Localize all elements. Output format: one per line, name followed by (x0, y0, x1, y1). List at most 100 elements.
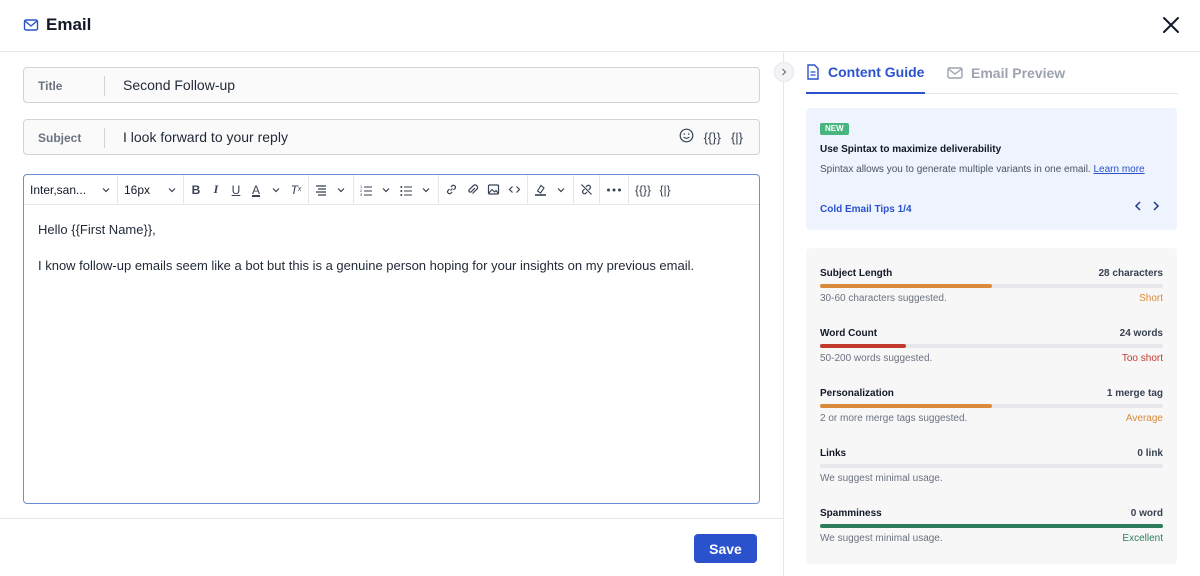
tab-content-guide[interactable]: Content Guide (806, 52, 925, 94)
metric-status: Too short (1121, 353, 1163, 364)
image-icon[interactable] (487, 183, 500, 196)
collapse-panel-button[interactable] (774, 62, 794, 82)
panel-divider (783, 52, 784, 576)
save-button[interactable]: Save (694, 534, 757, 563)
subject-tools: {{}} {|} (679, 128, 743, 146)
new-badge: NEW (820, 123, 849, 135)
metric-value: 0 link (1137, 448, 1163, 459)
chevron-left-icon[interactable] (1133, 200, 1143, 212)
metric-name: Personalization (820, 388, 894, 399)
chevron-down-icon[interactable] (380, 185, 392, 195)
metric-status: Excellent (1122, 533, 1163, 544)
chevron-right-icon[interactable] (1151, 200, 1161, 212)
document-icon (807, 64, 819, 80)
dialog-header: Email (0, 0, 1200, 52)
chevron-down-icon[interactable] (555, 185, 567, 195)
subject-spintax-button[interactable]: {|} (731, 130, 743, 145)
chevron-down-icon[interactable] (270, 185, 282, 195)
text-format-group: B I U A Tx (184, 174, 309, 205)
unlink-icon[interactable] (580, 183, 593, 196)
metric-item: Word Count 24 words 50-200 words suggested… (820, 328, 1163, 380)
metric-item: Personalization 1 merge tag 2 or more merg… (820, 388, 1163, 440)
tab-email-preview[interactable]: Email Preview (947, 52, 1065, 94)
title-input[interactable] (123, 68, 663, 102)
tip-description: Spintax allows you to generate multiple … (820, 164, 1145, 175)
font-size-value: 16px (124, 182, 151, 197)
metric-progress-bar (820, 404, 1163, 408)
numbered-list-icon[interactable]: 123 (360, 184, 372, 196)
metric-name: Word Count (820, 328, 878, 339)
tab-label: Email Preview (971, 65, 1066, 81)
email-editor-panel: Title Subject {{}} {|} Inter,san... (0, 52, 783, 576)
metric-progress-fill (820, 284, 992, 288)
spintax-button[interactable]: {|} (659, 183, 671, 197)
code-icon[interactable] (508, 183, 521, 196)
subject-label: Subject (38, 131, 82, 145)
metric-hint: 2 or more merge tags suggested. (820, 413, 968, 424)
metrics-card: Subject Length 28 characters 30-60 charact… (806, 248, 1177, 564)
chevron-down-icon[interactable] (335, 185, 347, 195)
merge-tag-button[interactable]: {{}} (635, 183, 651, 197)
tip-heading: Use Spintax to maximize deliverability (820, 144, 1002, 155)
metric-name: Links (820, 448, 847, 459)
underline-icon[interactable]: U (230, 183, 242, 197)
dialog-title: Email (46, 15, 92, 34)
metric-value: 0 word (1130, 508, 1163, 519)
list-group: 123 (354, 174, 439, 205)
chevron-down-icon[interactable] (420, 185, 432, 195)
clear-format-icon[interactable]: Tx (290, 183, 302, 197)
highlight-icon[interactable] (534, 183, 547, 196)
bold-icon[interactable]: B (190, 183, 202, 197)
bullet-list-icon[interactable] (400, 184, 412, 196)
emoji-icon[interactable] (679, 128, 694, 146)
chevron-down-icon (102, 187, 110, 192)
font-family-value: Inter,san... (30, 182, 87, 197)
email-greeting: Hello {{First Name}}, (38, 222, 156, 237)
close-icon[interactable] (1160, 14, 1182, 36)
metric-hint: 50-200 words suggested. (820, 353, 933, 364)
text-color-icon[interactable]: A (250, 183, 262, 197)
panel-tabs: Content Guide Email Preview (806, 52, 1178, 94)
metric-item: Subject Length 28 characters 30-60 charact… (820, 268, 1163, 320)
metric-value: 24 words (1119, 328, 1163, 339)
subject-merge-tag-button[interactable]: {{}} (704, 130, 721, 145)
rich-text-editor: Inter,san... 16px B I U A Tx 1 2 3 {{}} … (23, 174, 760, 504)
mail-icon (23, 19, 39, 31)
email-dialog: Email Title Subject {{}} {|} (0, 0, 1200, 576)
link-icon[interactable] (445, 183, 458, 196)
chevron-down-icon (168, 187, 176, 192)
editor-toolbar: Inter,san... 16px B I U A Tx 1 2 3 {{}} … (24, 174, 759, 205)
metric-value: 1 merge tag (1106, 388, 1163, 399)
svg-text:3: 3 (360, 192, 363, 196)
metric-name: Subject Length (820, 268, 893, 279)
unlink-group (574, 174, 600, 205)
metric-progress-fill (820, 404, 992, 408)
metric-name: Spamminess (820, 508, 882, 519)
italic-icon[interactable]: I (210, 182, 222, 197)
metric-progress-fill (820, 524, 1163, 528)
more-group (600, 174, 629, 205)
font-family-select[interactable]: Inter,san... (24, 174, 118, 205)
mail-icon (947, 67, 963, 79)
tab-label: Content Guide (828, 64, 925, 80)
editor-content[interactable]: Hello {{First Name}}, I know follow-up e… (38, 221, 738, 293)
more-icon[interactable] (606, 184, 622, 196)
learn-more-link[interactable]: Learn more (1093, 164, 1144, 175)
font-size-select[interactable]: 16px (118, 174, 184, 205)
metric-progress-bar (820, 284, 1163, 288)
metric-progress-fill (820, 344, 906, 348)
tip-counter: Cold Email Tips 1/4 (820, 204, 912, 215)
align-icon[interactable] (315, 184, 327, 196)
highlight-group (528, 174, 574, 205)
editor-footer: Save (0, 518, 783, 576)
metric-item: Links 0 link We suggest minimal usage. (820, 448, 1163, 500)
attachment-icon[interactable] (466, 183, 479, 196)
metric-status: Average (1125, 413, 1163, 424)
tip-navigation (1133, 200, 1161, 212)
content-guide-panel: Content Guide Email Preview NEW Use Spin… (806, 52, 1178, 576)
subject-input[interactable] (123, 120, 663, 154)
template-tools-group: {{}} {|} (629, 175, 677, 205)
insert-group (439, 174, 528, 205)
metric-hint: We suggest minimal usage. (820, 533, 943, 544)
metric-item: Spamminess 0 word We suggest minimal usage… (820, 508, 1163, 560)
